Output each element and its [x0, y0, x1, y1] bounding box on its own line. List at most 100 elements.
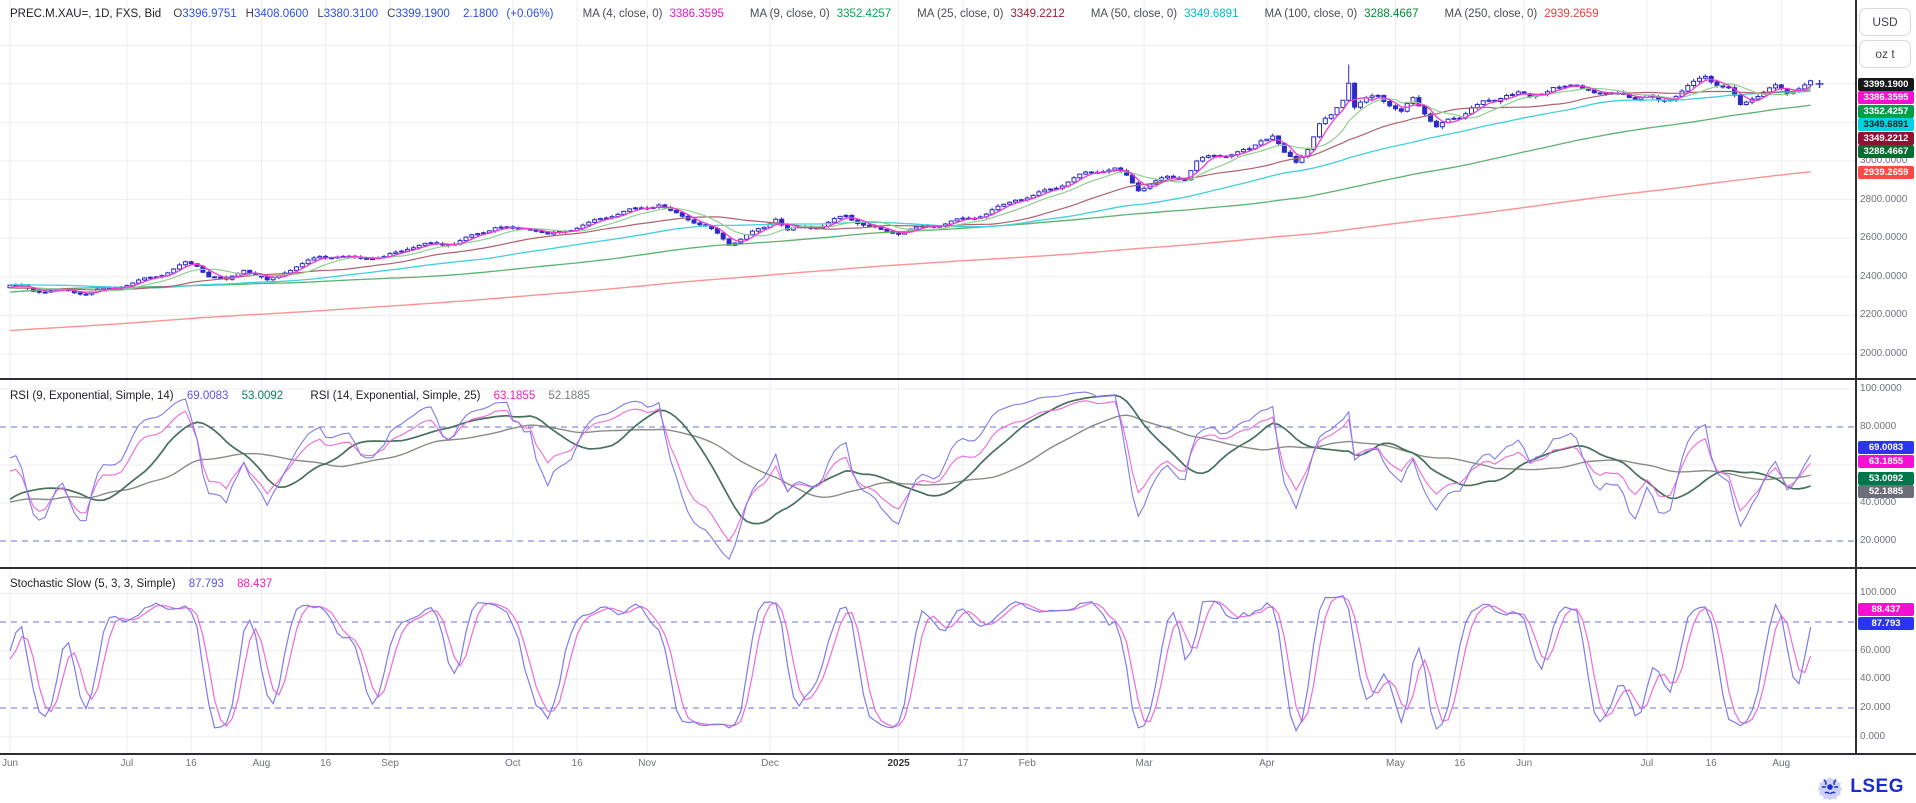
- ma-legend-item: MA (9, close, 0) 3352.4257: [750, 8, 891, 20]
- rsi-pane-canvas[interactable]: [0, 380, 1856, 567]
- time-axis-label: 17: [939, 758, 987, 769]
- time-axis[interactable]: JunJul16Aug16SepOct16NovDec202517FebMarA…: [0, 754, 1916, 778]
- axis-tick-label: 0.000: [1860, 731, 1885, 742]
- currency-label: USD: [1859, 8, 1911, 36]
- axis-tick-label: 20.000: [1860, 702, 1891, 713]
- time-axis-label: 16: [1436, 758, 1484, 769]
- candle-wicks: [10, 65, 1811, 296]
- pane-separator: [0, 378, 1916, 380]
- rsi14-ma-value: 52.1885: [548, 390, 590, 402]
- axis-tick-label: 100.000: [1860, 587, 1896, 598]
- price-axis-label: 3349.2212: [1858, 132, 1914, 145]
- rsi14-legend-label: RSI (14, Exponential, Simple, 25): [310, 390, 480, 402]
- axis-tick-label: 40.000: [1860, 673, 1891, 684]
- change-value: 2.1800: [463, 8, 498, 20]
- stoch-k-value: 87.793: [189, 578, 224, 590]
- rsi14-value: 63.1855: [494, 390, 536, 402]
- price-axis-label: 3349.6891: [1858, 118, 1914, 131]
- price-axis-label: 69.0083: [1858, 441, 1914, 454]
- rsi9-line: [10, 392, 1811, 559]
- price-axis-label: 3386.3595: [1858, 91, 1914, 104]
- symbol-label: PREC.M.XAU=, 1D, FXS, Bid: [10, 8, 161, 20]
- main-pane-canvas[interactable]: [0, 0, 1856, 378]
- price-axis-label: 3399.1900: [1858, 78, 1914, 91]
- ma-legend-value: 3352.4257: [837, 8, 891, 20]
- price-axis-label: 3288.4667: [1858, 145, 1914, 158]
- stoch-legend-label: Stochastic Slow (5, 3, 3, Simple): [10, 578, 176, 590]
- ma-legend-label: MA (9, close, 0): [750, 8, 830, 20]
- ma-line-25: [10, 90, 1811, 290]
- ma-legend-item: MA (250, close, 0) 2939.2659: [1445, 8, 1599, 20]
- rsi9-value: 69.0083: [187, 390, 229, 402]
- ma-line-250: [10, 172, 1811, 331]
- rsi-legend[interactable]: RSI (9, Exponential, Simple, 14) 69.0083…: [10, 390, 590, 402]
- ma-line-50: [10, 91, 1811, 288]
- price-axis-label: 53.0092: [1858, 472, 1914, 485]
- time-axis-label: Apr: [1243, 758, 1291, 769]
- stoch-d-value: 88.437: [237, 578, 272, 590]
- time-axis-label: Jun: [1500, 758, 1548, 769]
- time-axis-label: Jul: [103, 758, 151, 769]
- axis-tick-label: 2600.0000: [1860, 232, 1907, 243]
- time-axis-label: Jun: [0, 758, 34, 769]
- axis-tick-label: 2800.0000: [1860, 194, 1907, 205]
- axis-tick-label: 2200.0000: [1860, 309, 1907, 320]
- axis-tick-label: 100.0000: [1860, 383, 1902, 394]
- ohlc-value: 3399.1900: [395, 8, 449, 20]
- rsi9-ma-value: 53.0092: [242, 390, 284, 402]
- ohlc-value: 3380.3100: [324, 8, 378, 20]
- time-axis-label: Feb: [1003, 758, 1051, 769]
- axis-tick-label: 60.000: [1860, 645, 1891, 656]
- main-legend[interactable]: PREC.M.XAU=, 1D, FXS, Bid O3396.9751H340…: [10, 8, 1599, 20]
- stoch-pane-canvas[interactable]: [0, 569, 1856, 753]
- ma-legend-label: MA (250, close, 0): [1445, 8, 1538, 20]
- ma-legend-item: MA (100, close, 0)3288.4667: [1264, 8, 1418, 20]
- time-axis-label: Aug: [1757, 758, 1805, 769]
- time-axis-label: May: [1372, 758, 1420, 769]
- time-axis-label: Mar: [1120, 758, 1168, 769]
- ma-legend-value: 2939.2659: [1544, 8, 1598, 20]
- candles-up: [8, 77, 1813, 295]
- stoch-k-line: [10, 596, 1811, 731]
- lseg-crest-icon: [1816, 774, 1844, 800]
- pane-separator: [0, 567, 1916, 569]
- time-axis-label: 16: [553, 758, 601, 769]
- rsi14-line: [10, 401, 1811, 541]
- change-percent: (+0.06%): [506, 8, 553, 20]
- ohlc-value: 3396.9751: [182, 8, 236, 20]
- stoch-legend[interactable]: Stochastic Slow (5, 3, 3, Simple) 87.793…: [10, 578, 272, 590]
- last-price-marker: [1816, 80, 1824, 88]
- rsi-pane-svg: [0, 380, 1856, 567]
- lseg-logo: LSEG: [1816, 773, 1904, 801]
- price-axis-label: 3352.4257: [1858, 105, 1914, 118]
- ma-legend-item: MA (50, close, 0)3349.6891: [1091, 8, 1239, 20]
- ohlc-value: 3408.0600: [254, 8, 308, 20]
- ma-legend-label: MA (4, close, 0): [583, 8, 663, 20]
- price-axis-label: 2939.2659: [1858, 166, 1914, 179]
- ohlc-key: H: [246, 8, 254, 20]
- axis-tick-label: 80.0000: [1860, 421, 1896, 432]
- time-axis-label: 2025: [875, 758, 923, 769]
- time-axis-label: Sep: [366, 758, 414, 769]
- ma-legend-value: 3288.4667: [1364, 8, 1418, 20]
- gridlines: [0, 380, 1856, 567]
- ma-legend-label: MA (25, close, 0): [917, 8, 1003, 20]
- ma-line-4: [10, 80, 1811, 294]
- unit-label: oz t: [1859, 40, 1911, 68]
- time-axis-label: 16: [167, 758, 215, 769]
- stoch-pane-svg: [0, 569, 1856, 753]
- price-axis[interactable]: 3000.00002800.00002600.00002400.00002200…: [1857, 0, 1916, 753]
- time-axis-label: Dec: [746, 758, 794, 769]
- price-axis-label: 63.1855: [1858, 455, 1914, 468]
- price-axis-label: 88.437: [1858, 603, 1914, 616]
- time-axis-label: Aug: [237, 758, 285, 769]
- time-axis-label: 16: [1687, 758, 1735, 769]
- ma-legend-value: 3349.2212: [1010, 8, 1064, 20]
- time-axis-label: Jul: [1623, 758, 1671, 769]
- ma-legend: MA (4, close, 0)3386.3595 MA (9, close, 0…: [557, 8, 1599, 20]
- ma-legend-item: MA (4, close, 0)3386.3595: [583, 8, 724, 20]
- ma-legend-value: 3349.6891: [1184, 8, 1238, 20]
- ma-legend-item: MA (25, close, 0) 3349.2212: [917, 8, 1065, 20]
- price-axis-label: 87.793: [1858, 617, 1914, 630]
- axis-unit-box: USD oz t: [1859, 8, 1909, 72]
